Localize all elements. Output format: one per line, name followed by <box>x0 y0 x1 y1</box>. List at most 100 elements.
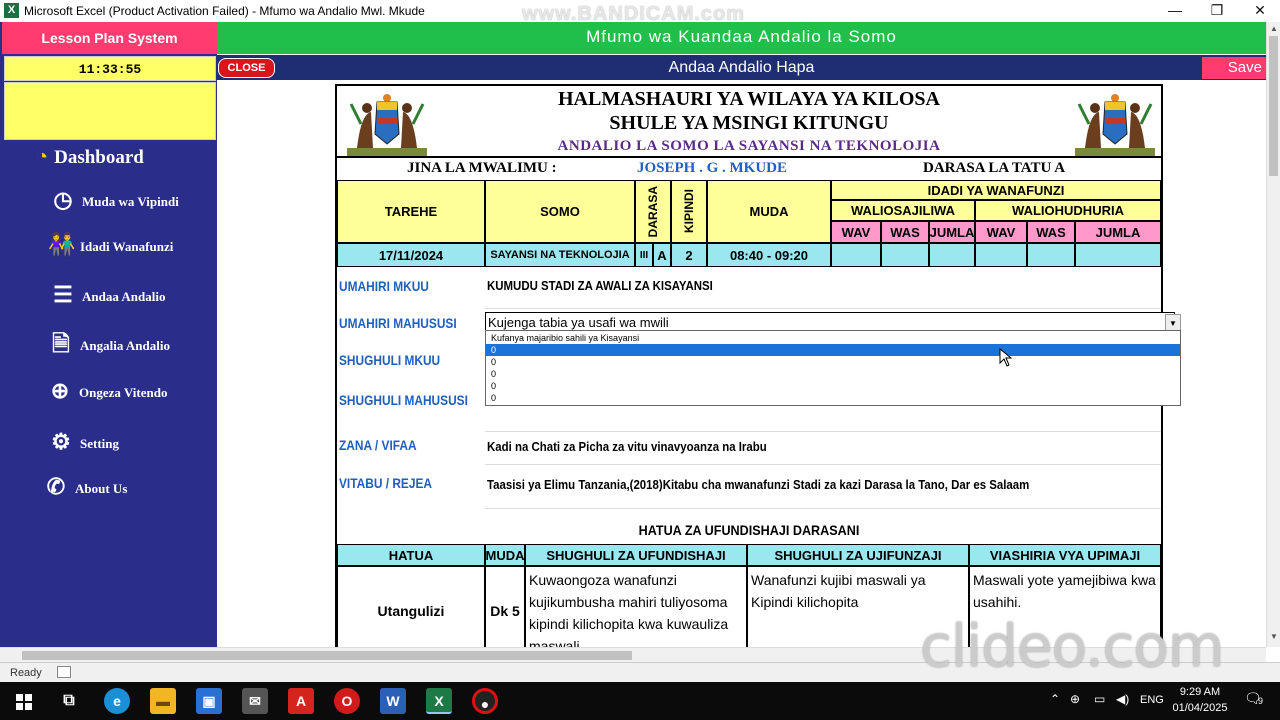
task-view-icon[interactable]: ⧉ <box>56 688 82 714</box>
language-indicator[interactable]: ENG <box>1140 694 1164 706</box>
divider <box>485 508 1161 509</box>
cell-mkondo[interactable]: A <box>653 243 671 267</box>
school-heading: SHULE YA MSINGI KITUNGU <box>609 112 889 134</box>
vertical-scrollbar[interactable]: ▲ ▼ <box>1266 22 1280 647</box>
header-waliohudhuria: WALIOHUDHURIA <box>975 200 1161 221</box>
cell-wav-1[interactable] <box>831 243 881 267</box>
word-icon[interactable]: W <box>380 688 406 714</box>
cell-darasa[interactable]: III <box>635 243 653 267</box>
opera-icon[interactable]: O <box>334 688 360 714</box>
status-ready: Ready <box>10 667 42 679</box>
header-wav-1: WAV <box>831 221 881 243</box>
window-close-button[interactable]: ✕ <box>1245 2 1275 19</box>
shughuli-mkuu-label: SHUGHULI MKUU <box>339 352 441 368</box>
windows-start-icon[interactable] <box>16 694 32 710</box>
notification-count: 9 <box>1258 696 1264 706</box>
header-jumla-2: JUMLA <box>1075 221 1161 243</box>
students-icon: 👫 <box>48 232 76 257</box>
store-icon[interactable]: ▣ <box>196 688 222 714</box>
dropdown-option[interactable]: 0 <box>486 380 1180 392</box>
macro-record-icon[interactable] <box>57 666 71 678</box>
header-tarehe: TAREHE <box>337 180 485 243</box>
close-button[interactable]: CLOSE <box>218 58 275 78</box>
system-name: Lesson Plan System <box>2 22 217 54</box>
excel-icon: X <box>4 3 19 18</box>
excel-taskbar-icon[interactable]: X <box>426 688 452 714</box>
sidebar-item-label: About Us <box>75 481 128 496</box>
scroll-up-icon[interactable]: ▲ <box>1267 24 1280 33</box>
dropdown-option-selected[interactable]: 0 <box>486 344 1180 356</box>
dropdown-option[interactable]: 0 <box>486 392 1180 404</box>
file-explorer-icon[interactable]: ▬ <box>150 688 176 714</box>
header-muda: MUDA <box>707 180 831 243</box>
lesson-plan-sheet: HALMASHAURI YA WILAYA YA KILOSA SHULE YA… <box>335 84 1181 656</box>
bandicam-watermark: www.BANDICAM.com <box>522 3 746 25</box>
vitabu-value[interactable]: Taasisi ya Elimu Tanzania,(2018)Kitabu c… <box>487 477 1029 492</box>
shughuli-mahususi-label: SHUGHULI MAHUSUSI <box>339 392 468 408</box>
volume-icon[interactable]: ◀) <box>1116 692 1129 706</box>
clock-time[interactable]: 9:29 AM <box>1170 686 1230 698</box>
cell-kipindi[interactable]: 2 <box>671 243 707 267</box>
save-button[interactable]: Save <box>1202 57 1266 79</box>
subject-heading: ANDALIO LA SOMO LA SAYANSI NA TEKNOLOJIA <box>557 138 941 154</box>
steps-header-hatua: HATUA <box>337 544 485 566</box>
dropdown-list: Kufanya majaribio sahili ya Kisayansi 0 … <box>485 330 1181 406</box>
sidebar-info-box <box>4 82 216 140</box>
hscroll-thumb[interactable] <box>22 651 632 660</box>
scroll-thumb[interactable] <box>1269 36 1278 176</box>
header-was-2: WAS <box>1027 221 1075 243</box>
divider <box>485 431 1161 432</box>
district-heading: HALMASHAURI YA WILAYA YA KILOSA <box>558 88 940 110</box>
phone-icon: ✆ <box>46 474 66 499</box>
app-banner-subtitle: Andaa Andalio Hapa <box>217 55 1266 80</box>
sidebar-item-label: Ongeza Vitendo <box>79 385 168 400</box>
chevron-up-icon[interactable]: ⌃ <box>1050 692 1060 706</box>
divider <box>337 156 1161 158</box>
edge-browser-icon[interactable]: e <box>104 688 130 714</box>
cell-wav-2[interactable] <box>975 243 1027 267</box>
list-icon: ☰ <box>53 282 73 307</box>
header-idadi: IDADI YA WANAFUNZI <box>831 180 1161 200</box>
mouse-cursor-icon <box>999 348 1013 367</box>
dropdown-option[interactable]: 0 <box>486 356 1180 368</box>
bandicam-record-icon[interactable]: ● <box>472 688 498 714</box>
mail-icon[interactable]: ✉ <box>242 688 268 714</box>
step-hatua[interactable]: Utangulizi <box>337 566 485 656</box>
zana-value[interactable]: Kadi na Chati za Picha za vitu vinavyoan… <box>487 439 767 454</box>
steps-header-muda: MUDA <box>485 544 525 566</box>
cell-tarehe[interactable]: 17/11/2024 <box>337 243 485 267</box>
dashboard-heading[interactable]: ◔ Dashboard <box>36 146 144 169</box>
cell-jumla-1[interactable] <box>929 243 975 267</box>
battery-icon[interactable]: ▭ <box>1094 692 1105 706</box>
sidebar-item-label: Muda wa Vipindi <box>82 194 179 209</box>
acrobat-icon[interactable]: A <box>288 688 314 714</box>
steps-header-ujifunzaji: SHUGHULI ZA UJIFUNZAJI <box>747 544 969 566</box>
cell-somo[interactable]: SAYANSI NA TEKNOLOJIA <box>485 243 635 267</box>
sidebar-item-label: Andaa Andalio <box>82 289 166 304</box>
network-icon[interactable]: ⊕ <box>1070 692 1080 706</box>
umahiri-mkuu-value[interactable]: KUMUDU STADI ZA AWALI ZA KISAYANSI <box>487 278 713 293</box>
window-titlebar: X Microsoft Excel (Product Activation Fa… <box>0 0 1280 25</box>
step-ufundishaji[interactable]: Kuwaongoza wanafunzi kujikumbusha mahiri… <box>525 566 747 656</box>
step-muda[interactable]: Dk 5 <box>485 566 525 656</box>
steps-title: HATUA ZA UFUNDISHAJI DARASANI <box>638 522 860 538</box>
scroll-down-icon[interactable]: ▼ <box>1267 632 1280 641</box>
minimize-button[interactable]: — <box>1160 2 1190 18</box>
clock-date[interactable]: 01/04/2025 <box>1170 702 1230 714</box>
zana-label: ZANA / VIFAA <box>339 437 417 453</box>
dropdown-option[interactable]: Kufanya majaribio sahili ya Kisayansi <box>486 332 1180 344</box>
steps-header-upimaji: VIASHIRIA VYA UPIMAJI <box>969 544 1161 566</box>
restore-button[interactable]: ❐ <box>1202 2 1232 19</box>
class-label: DARASA LA TATU A <box>923 160 1066 176</box>
cell-muda[interactable]: 08:40 - 09:20 <box>707 243 831 267</box>
sidebar-item-label: Angalia Andalio <box>80 338 170 353</box>
taskbar: ⧉ e ▬ ▣ ✉ A O W X ● ⌃ ⊕ ▭ ◀) ENG 9:29 AM… <box>0 682 1280 720</box>
header-darasa: DARASA <box>635 180 671 243</box>
cell-was-2[interactable] <box>1027 243 1075 267</box>
dropdown-option[interactable]: 0 <box>486 368 1180 380</box>
gear-icon: ⚙ <box>51 429 71 454</box>
umahiri-mkuu-label: UMAHIRI MKUU <box>339 278 429 294</box>
cell-jumla-2[interactable] <box>1075 243 1161 267</box>
teacher-name: JOSEPH . G . MKUDE <box>637 160 788 176</box>
cell-was-1[interactable] <box>881 243 929 267</box>
